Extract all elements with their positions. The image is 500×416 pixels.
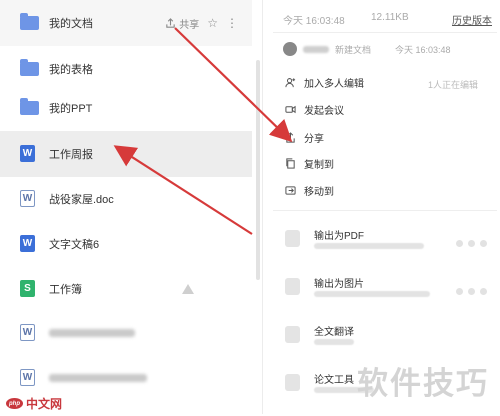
php-cn-badge: php 中文网 [6, 395, 62, 412]
arrow-to-share [174, 27, 293, 143]
arrow-to-work-weekly [113, 145, 253, 235]
badge-text: 中文网 [26, 397, 63, 411]
watermark-text: 软件技巧 [357, 366, 489, 401]
php-logo-icon: php [6, 398, 23, 409]
annotation-arrows [113, 27, 293, 235]
